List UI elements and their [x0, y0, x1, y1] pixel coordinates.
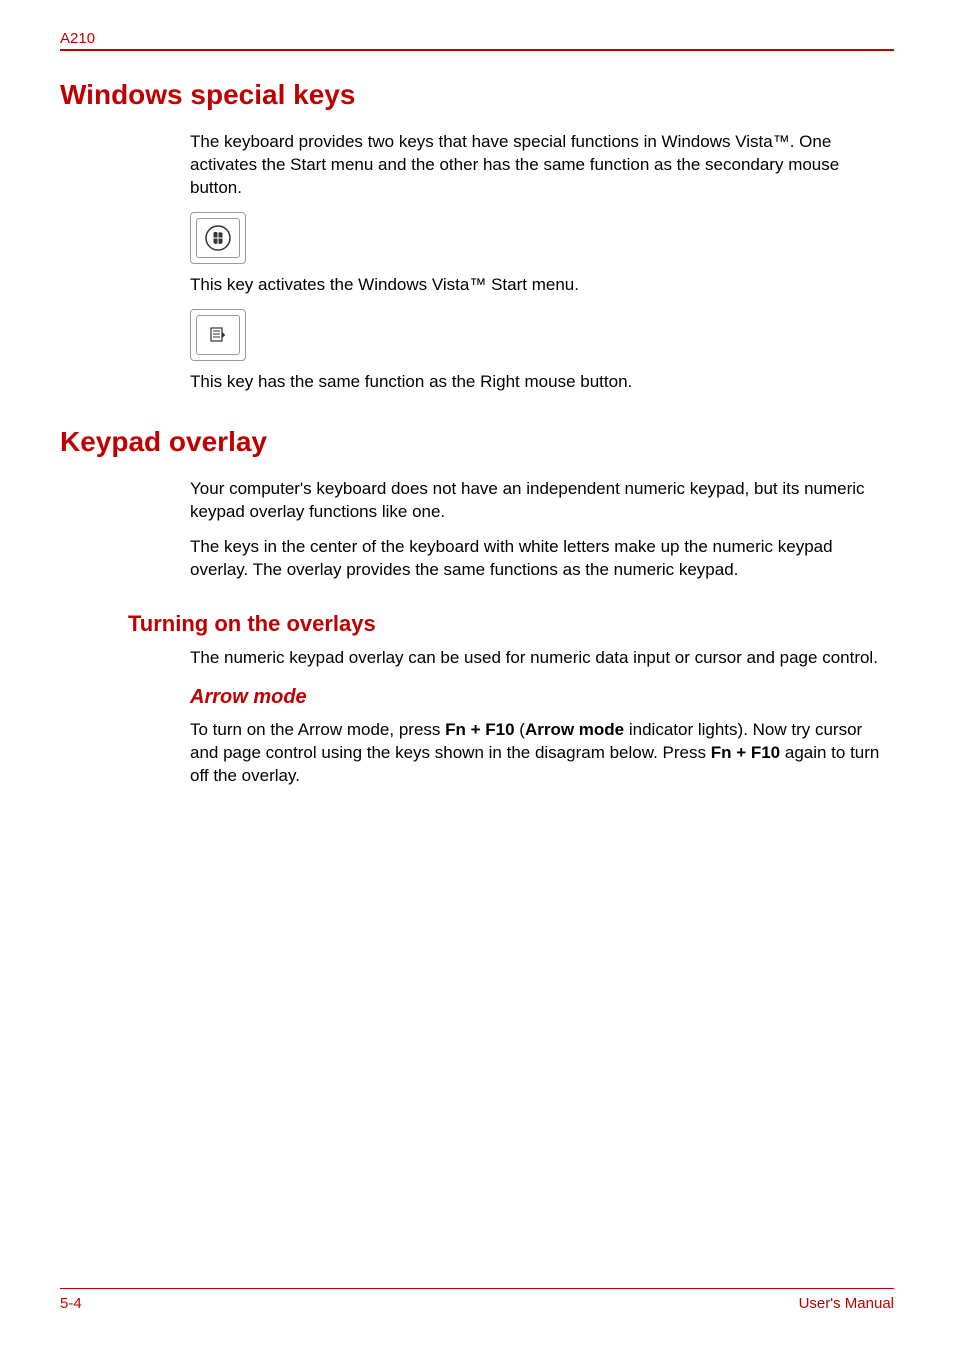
- paragraph-windows-key-desc: This key activates the Windows Vista™ St…: [190, 274, 894, 297]
- heading-turning-on-overlays: Turning on the overlays: [128, 611, 894, 637]
- page-number: 5-4: [60, 1295, 82, 1312]
- paragraph-ko-2: The keys in the center of the keyboard w…: [190, 536, 894, 582]
- text-span: (: [515, 720, 525, 739]
- paragraph-app-key-desc: This key has the same function as the Ri…: [190, 371, 894, 394]
- page-footer: 5-4 User's Manual: [60, 1288, 894, 1312]
- bold-fn-f10-2: Fn + F10: [711, 743, 780, 762]
- header-divider: [60, 49, 894, 51]
- heading-arrow-mode: Arrow mode: [190, 686, 894, 709]
- heading-keypad-overlay: Keypad overlay: [60, 426, 894, 458]
- paragraph-wsk-intro: The keyboard provides two keys that have…: [190, 131, 894, 200]
- footer-manual-label: User's Manual: [799, 1295, 894, 1312]
- paragraph-ko-1: Your computer's keyboard does not have a…: [190, 478, 894, 524]
- bold-fn-f10-1: Fn + F10: [445, 720, 514, 739]
- text-span: To turn on the Arrow mode, press: [190, 720, 445, 739]
- bold-arrow-mode: Arrow mode: [525, 720, 624, 739]
- paragraph-too-1: The numeric keypad overlay can be used f…: [190, 647, 894, 670]
- footer-divider: [60, 1288, 894, 1289]
- windows-key-icon: [190, 212, 894, 264]
- header-product-label: A210: [60, 30, 894, 47]
- app-key-icon: [190, 309, 894, 361]
- heading-windows-special-keys: Windows special keys: [60, 79, 894, 111]
- paragraph-arrow-mode: To turn on the Arrow mode, press Fn + F1…: [190, 719, 894, 788]
